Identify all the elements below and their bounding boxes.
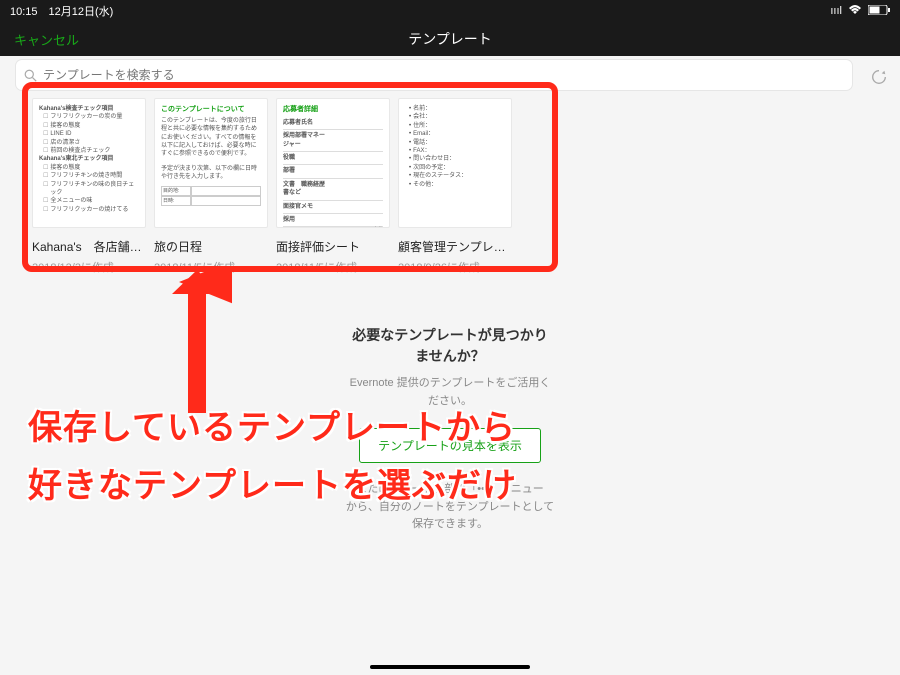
template-date: 2018/9/26に作成 xyxy=(398,259,512,275)
template-date: 2018/11/5に作成 xyxy=(154,259,268,275)
date: 12月12日(水) xyxy=(49,6,114,18)
template-card[interactable]: Kahana's検査チェック項目 フリフリクッカーの炭の量接客の態度LINE I… xyxy=(32,98,146,275)
app-bar: キャンセル テンプレート xyxy=(0,22,900,56)
search-icon xyxy=(24,69,37,82)
status-bar: 10:15 12月12日(水) ıııl xyxy=(0,0,900,22)
clock: 10:15 xyxy=(10,6,38,18)
battery-icon xyxy=(868,5,890,18)
template-card[interactable]: 名前：会社：住所：Email：電話：FAX：問い合わせ日：次回の予定：現在のステ… xyxy=(398,98,512,275)
template-card[interactable]: 応募者詳細 応募者氏名 採用部署マネージャー 役職 部署 文書 職務経歴書など … xyxy=(276,98,390,275)
cancel-button[interactable]: キャンセル xyxy=(14,30,79,49)
refresh-icon xyxy=(870,68,888,86)
page-title: テンプレート xyxy=(408,29,492,49)
template-thumbnail: 名前：会社：住所：Email：電話：FAX：問い合わせ日：次回の予定：現在のステ… xyxy=(398,98,512,228)
promo-section: 必要なテンプレートが見つかりませんか？ Evernote 提供のテンプレートをご… xyxy=(0,325,900,534)
template-card[interactable]: このテンプレートについて このテンプレートは、今度の旅行日程と共に必要な情報を集… xyxy=(154,98,268,275)
template-thumbnail: Kahana's検査チェック項目 フリフリクッカーの炭の量接客の態度LINE I… xyxy=(32,98,146,228)
template-title: 旅の日程 xyxy=(154,238,268,255)
signal-icon: ıııl xyxy=(830,5,842,17)
template-thumbnail: 応募者詳細 応募者氏名 採用部署マネージャー 役職 部署 文書 職務経歴書など … xyxy=(276,98,390,228)
show-sample-button[interactable]: テンプレートの見本を表示 xyxy=(359,428,541,463)
wifi-icon xyxy=(848,5,862,18)
refresh-button[interactable] xyxy=(866,64,892,90)
template-title: 顧客管理テンプレート xyxy=(398,238,512,255)
search-input[interactable] xyxy=(43,68,844,82)
template-date: 2018/12/3に作成 xyxy=(32,259,146,275)
template-title: 面接評価シート xyxy=(276,238,390,255)
template-cards: Kahana's検査チェック項目 フリフリクッカーの炭の量接客の態度LINE I… xyxy=(32,98,512,275)
home-indicator[interactable] xyxy=(370,665,530,669)
template-thumbnail: このテンプレートについて このテンプレートは、今度の旅行日程と共に必要な情報を集… xyxy=(154,98,268,228)
template-title: Kahana's 各店舗チェッ... xyxy=(32,238,146,255)
template-date: 2018/11/5に作成 xyxy=(276,259,390,275)
search-bar[interactable] xyxy=(16,60,852,90)
